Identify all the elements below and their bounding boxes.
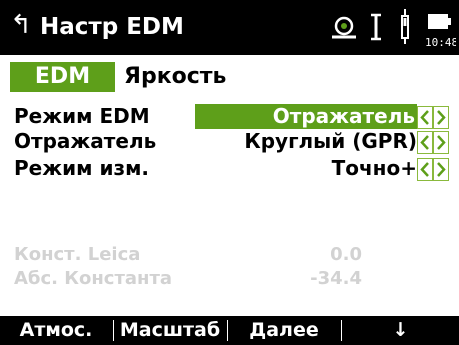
- chevron-left-icon[interactable]: [417, 158, 433, 181]
- chevron-right-icon[interactable]: [433, 106, 449, 129]
- edm-mode-row[interactable]: Режим EDM Отражатель: [0, 104, 459, 129]
- prism-target-icon: [332, 16, 356, 39]
- laser-beam-icon: [371, 13, 381, 41]
- bubble-level-icon: [401, 9, 409, 44]
- absolute-constant-label: Абс. Константа: [14, 268, 173, 289]
- atmos-softkey[interactable]: Атмос.: [0, 316, 112, 345]
- title-bar: ↰ Настр EDM 10:48: [0, 0, 459, 55]
- measure-mode-row[interactable]: Режим изм. Точно+: [0, 156, 459, 181]
- leica-constant-value: 0.0: [330, 244, 362, 265]
- chevron-left-icon[interactable]: [417, 131, 433, 154]
- scale-softkey[interactable]: Масштаб: [114, 316, 226, 345]
- tab-edm[interactable]: EDM: [10, 62, 115, 92]
- measure-mode-label: Режим изм.: [14, 156, 150, 180]
- absolute-constant-value: -34.4: [310, 268, 362, 289]
- reflector-row[interactable]: Отражатель Круглый (GPR): [0, 129, 459, 154]
- reflector-value[interactable]: Круглый (GPR): [244, 129, 417, 154]
- tab-bar: EDM Яркость: [0, 62, 459, 92]
- tab-brightness[interactable]: Яркость: [124, 62, 226, 92]
- status-icons: 10:48: [332, 9, 456, 49]
- edm-mode-value[interactable]: Отражатель: [195, 104, 417, 129]
- arrow-down-icon[interactable]: ↓: [342, 316, 459, 345]
- softkey-bar: Атмос. Масштаб Далее ↓: [0, 316, 459, 345]
- battery-icon: [428, 14, 451, 29]
- back-icon[interactable]: ↰: [10, 10, 32, 40]
- chevron-right-icon[interactable]: [433, 158, 449, 181]
- chevron-right-icon[interactable]: [433, 131, 449, 154]
- page-title: Настр EDM: [40, 14, 184, 40]
- edm-mode-label: Режим EDM: [14, 104, 150, 128]
- clock-text: 10:48: [425, 36, 456, 49]
- reflector-label: Отражатель: [14, 129, 157, 153]
- chevron-left-icon[interactable]: [417, 106, 433, 129]
- measure-mode-value[interactable]: Точно+: [332, 156, 417, 181]
- next-softkey[interactable]: Далее: [228, 316, 340, 345]
- leica-constant-label: Конст. Leica: [14, 244, 141, 265]
